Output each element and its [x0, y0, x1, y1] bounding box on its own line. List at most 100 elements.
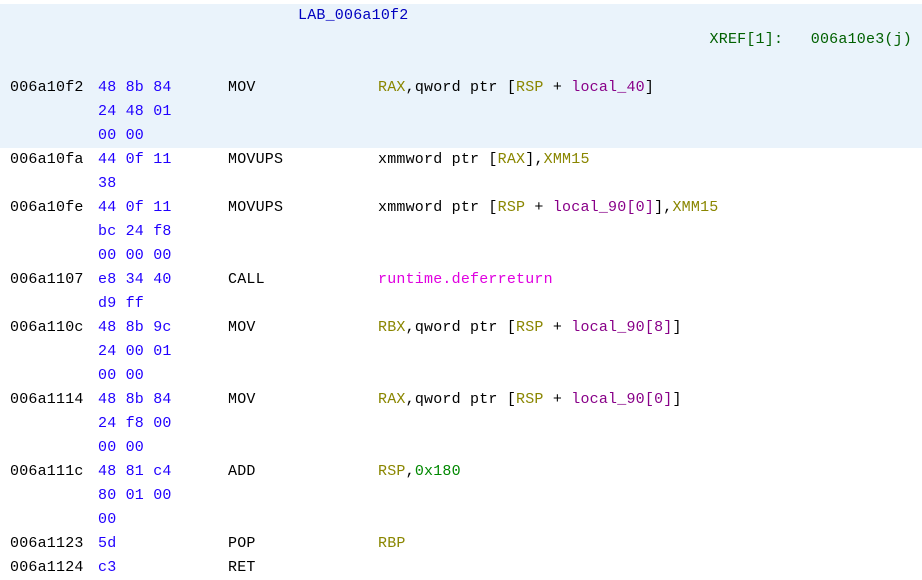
address-column[interactable] — [10, 124, 98, 148]
bytes-column: 44 0f 11 — [98, 196, 228, 220]
op-reg: RAX — [498, 151, 526, 168]
op-kw: + — [544, 319, 572, 336]
address-column[interactable] — [10, 508, 98, 532]
address-column[interactable]: 006a1107 — [10, 268, 98, 292]
bytes-column: 48 8b 84 — [98, 388, 228, 412]
op-reg: RSP — [516, 79, 544, 96]
instruction-byte-continuation[interactable]: 00 00 — [0, 364, 922, 388]
code-label[interactable]: LAB_006a10f2 — [298, 7, 408, 24]
op-kw: [ — [507, 79, 516, 96]
op-kw: [ — [488, 151, 497, 168]
instruction-byte-continuation[interactable]: d9 ff — [0, 292, 922, 316]
mnemonic-column: POP — [228, 532, 378, 556]
mnemonic-column — [228, 412, 378, 436]
op-kw: xmmword ptr — [378, 199, 488, 216]
address-column[interactable]: 006a1114 — [10, 388, 98, 412]
operands-column: RBP — [378, 532, 912, 556]
mnemonic-column — [228, 292, 378, 316]
xref-address[interactable]: 006a10e3(j) — [811, 31, 912, 48]
instruction-row[interactable]: 006a10fa44 0f 11MOVUPSxmmword ptr [RAX],… — [0, 148, 922, 172]
instruction-row[interactable]: 006a111c48 81 c4ADDRSP,0x180 — [0, 460, 922, 484]
op-reg: RAX — [378, 391, 406, 408]
op-kw: qword ptr — [415, 79, 507, 96]
operands-column — [378, 292, 912, 316]
instruction-byte-continuation[interactable]: 00 00 — [0, 124, 922, 148]
operands-column — [378, 220, 912, 244]
address-column[interactable]: 006a1124 — [10, 556, 98, 580]
mnemonic-column — [228, 124, 378, 148]
address-column[interactable] — [10, 412, 98, 436]
instruction-byte-continuation[interactable]: 00 00 00 — [0, 244, 922, 268]
bytes-column: 00 00 00 — [98, 244, 228, 268]
label-line-content: LAB_006a10f2 — [298, 4, 654, 76]
mnemonic-column — [228, 364, 378, 388]
operands-column — [378, 556, 912, 580]
instruction-byte-continuation[interactable]: 00 — [0, 508, 922, 532]
address-column[interactable] — [10, 244, 98, 268]
op-var: local_90[0] — [553, 199, 654, 216]
op-kw: ] — [672, 391, 681, 408]
op-reg: RBP — [378, 535, 406, 552]
bytes-column: 00 00 — [98, 436, 228, 460]
instruction-byte-continuation[interactable]: 38 — [0, 172, 922, 196]
mnemonic-column: MOVUPS — [228, 148, 378, 172]
address-column[interactable] — [10, 484, 98, 508]
instruction-row[interactable]: 006a110c48 8b 9cMOVRBX,qword ptr [RSP + … — [0, 316, 922, 340]
mnemonic-column: RET — [228, 556, 378, 580]
address-column[interactable] — [10, 220, 98, 244]
instruction-row[interactable]: 006a10fe44 0f 11MOVUPSxmmword ptr [RSP +… — [0, 196, 922, 220]
disassembly-listing[interactable]: LAB_006a10f2 XREF[1]: 006a10e3(j) 006a10… — [0, 0, 922, 580]
operands-column — [378, 124, 912, 148]
label-addr-blank — [10, 4, 98, 76]
address-column[interactable]: 006a111c — [10, 460, 98, 484]
op-kw: ] — [654, 199, 663, 216]
op-var: local_90[0] — [571, 391, 672, 408]
op-kw: qword ptr — [415, 391, 507, 408]
bytes-column: 00 00 — [98, 364, 228, 388]
address-column[interactable] — [10, 436, 98, 460]
operands-column — [378, 364, 912, 388]
op-comma: , — [406, 79, 415, 96]
address-column[interactable]: 006a10fa — [10, 148, 98, 172]
instruction-row[interactable]: 006a10f248 8b 84MOVRAX,qword ptr [RSP + … — [0, 76, 922, 100]
instruction-byte-continuation[interactable]: bc 24 f8 — [0, 220, 922, 244]
label-bytes-blank — [98, 4, 228, 76]
instruction-row[interactable]: 006a1107e8 34 40CALLruntime.deferreturn — [0, 268, 922, 292]
label-indent-blank — [228, 4, 298, 76]
label-row[interactable]: LAB_006a10f2 XREF[1]: 006a10e3(j) — [0, 4, 922, 76]
address-column[interactable]: 006a10f2 — [10, 76, 98, 100]
instruction-row[interactable]: 006a111448 8b 84MOVRAX,qword ptr [RSP + … — [0, 388, 922, 412]
op-reg: RSP — [516, 391, 544, 408]
instruction-byte-continuation[interactable]: 80 01 00 — [0, 484, 922, 508]
bytes-column: 24 f8 00 — [98, 412, 228, 436]
instruction-byte-continuation[interactable]: 24 00 01 — [0, 340, 922, 364]
address-column[interactable]: 006a110c — [10, 316, 98, 340]
address-column[interactable] — [10, 100, 98, 124]
xref-area: XREF[1]: 006a10e3(j) — [654, 4, 912, 76]
bytes-column: e8 34 40 — [98, 268, 228, 292]
op-kw: xmmword ptr — [378, 151, 488, 168]
op-var: local_40 — [571, 79, 645, 96]
address-column[interactable] — [10, 292, 98, 316]
mnemonic-column — [228, 508, 378, 532]
address-column[interactable]: 006a1123 — [10, 532, 98, 556]
mnemonic-column: ADD — [228, 460, 378, 484]
instruction-byte-continuation[interactable]: 24 48 01 — [0, 100, 922, 124]
mnemonic-column — [228, 484, 378, 508]
address-column[interactable]: 006a10fe — [10, 196, 98, 220]
instruction-byte-continuation[interactable]: 00 00 — [0, 436, 922, 460]
operands-column — [378, 340, 912, 364]
address-column[interactable] — [10, 364, 98, 388]
instruction-byte-continuation[interactable]: 24 f8 00 — [0, 412, 922, 436]
mnemonic-column — [228, 436, 378, 460]
address-column[interactable] — [10, 340, 98, 364]
op-kw: [ — [488, 199, 497, 216]
bytes-column: 48 8b 9c — [98, 316, 228, 340]
instruction-row[interactable]: 006a1124c3RET — [0, 556, 922, 580]
bytes-column: 44 0f 11 — [98, 148, 228, 172]
op-reg: XMM15 — [544, 151, 590, 168]
op-reg: XMM15 — [672, 199, 718, 216]
mnemonic-column — [228, 340, 378, 364]
instruction-row[interactable]: 006a11235dPOPRBP — [0, 532, 922, 556]
address-column[interactable] — [10, 172, 98, 196]
